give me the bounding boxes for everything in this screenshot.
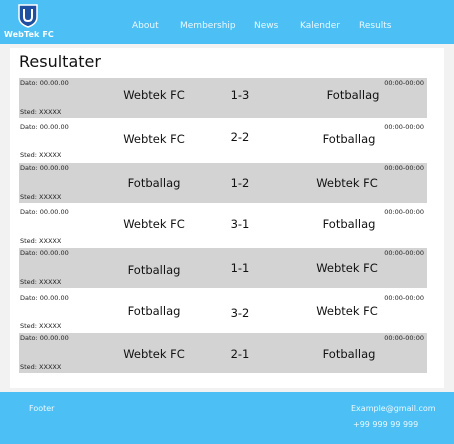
- result-row: Dato: 00.00.00 00:00-00:00 Sted: XXXXX W…: [19, 333, 427, 373]
- away-team: Fotballag: [322, 217, 376, 231]
- match-time: 00:00-00:00: [384, 123, 424, 131]
- match-date: Dato: 00.00.00: [20, 334, 69, 342]
- nav-about[interactable]: About: [132, 21, 159, 31]
- match-score: 1-2: [230, 176, 250, 190]
- footer-label: Footer: [29, 404, 55, 413]
- nav-kalender[interactable]: Kalender: [300, 21, 340, 31]
- match-score: 3-1: [230, 217, 250, 231]
- result-row: Dato: 00.00.00 00:00-00:00 Sted: XXXXX W…: [19, 78, 427, 118]
- away-team: Fotballag: [326, 88, 380, 102]
- nav-results[interactable]: Results: [359, 21, 392, 31]
- footer-phone[interactable]: +99 999 99 999: [353, 420, 418, 429]
- away-team: Webtek FC: [316, 304, 378, 318]
- footer-email[interactable]: Example@gmail.com: [351, 404, 436, 413]
- match-date: Dato: 00.00.00: [20, 123, 69, 131]
- main-content: Resultater Dato: 00.00.00 00:00-00:00 St…: [10, 48, 444, 388]
- result-row: Dato: 00.00.00 00:00-00:00 Sted: XXXXX W…: [19, 205, 427, 245]
- match-place: Sted: XXXXX: [20, 151, 62, 159]
- nav-news[interactable]: News: [254, 21, 278, 31]
- match-date: Dato: 00.00.00: [20, 294, 69, 302]
- result-row: Dato: 00.00.00 00:00-00:00 Sted: XXXXX F…: [19, 291, 427, 331]
- result-row: Dato: 00.00.00 00:00-00:00 Sted: XXXXX W…: [19, 120, 427, 160]
- site-header: WebTek FC About Membership News Kalender…: [0, 0, 454, 44]
- match-time: 00:00-00:00: [384, 249, 424, 257]
- brand-name[interactable]: WebTek FC: [4, 30, 54, 39]
- match-score: 1-1: [230, 261, 250, 275]
- match-date: Dato: 00.00.00: [20, 208, 69, 216]
- away-team: Fotballag: [322, 132, 376, 146]
- site-footer: Footer Example@gmail.com +99 999 99 999: [0, 392, 454, 444]
- away-team: Webtek FC: [316, 176, 378, 190]
- nav-membership[interactable]: Membership: [180, 21, 236, 31]
- match-place: Sted: XXXXX: [20, 108, 62, 116]
- match-date: Dato: 00.00.00: [20, 164, 69, 172]
- match-date: Dato: 00.00.00: [20, 79, 69, 87]
- home-team: Fotballag: [127, 176, 181, 190]
- match-place: Sted: XXXXX: [20, 237, 62, 245]
- home-team: Webtek FC: [123, 132, 185, 146]
- club-crest-icon[interactable]: [18, 4, 38, 28]
- match-score: 2-1: [230, 347, 250, 361]
- home-team: Fotballag: [127, 263, 181, 277]
- match-score: 3-2: [230, 306, 250, 320]
- page-title: Resultater: [19, 52, 101, 71]
- match-time: 00:00-00:00: [384, 79, 424, 87]
- away-team: Fotballag: [322, 347, 376, 361]
- result-row: Dato: 00.00.00 00:00-00:00 Sted: XXXXX F…: [19, 163, 427, 203]
- match-place: Sted: XXXXX: [20, 322, 62, 330]
- home-team: Webtek FC: [123, 347, 185, 361]
- match-place: Sted: XXXXX: [20, 193, 62, 201]
- match-place: Sted: XXXXX: [20, 363, 62, 371]
- match-time: 00:00-00:00: [384, 208, 424, 216]
- away-team: Webtek FC: [316, 261, 378, 275]
- home-team: Fotballag: [127, 304, 181, 318]
- match-score: 1-3: [230, 88, 250, 102]
- match-time: 00:00-00:00: [384, 334, 424, 342]
- match-place: Sted: XXXXX: [20, 278, 62, 286]
- result-row: Dato: 00.00.00 00:00-00:00 Sted: XXXXX F…: [19, 248, 427, 288]
- home-team: Webtek FC: [123, 217, 185, 231]
- home-team: Webtek FC: [123, 88, 185, 102]
- match-time: 00:00-00:00: [384, 164, 424, 172]
- match-date: Dato: 00.00.00: [20, 249, 69, 257]
- match-time: 00:00-00:00: [384, 294, 424, 302]
- match-score: 2-2: [230, 130, 250, 144]
